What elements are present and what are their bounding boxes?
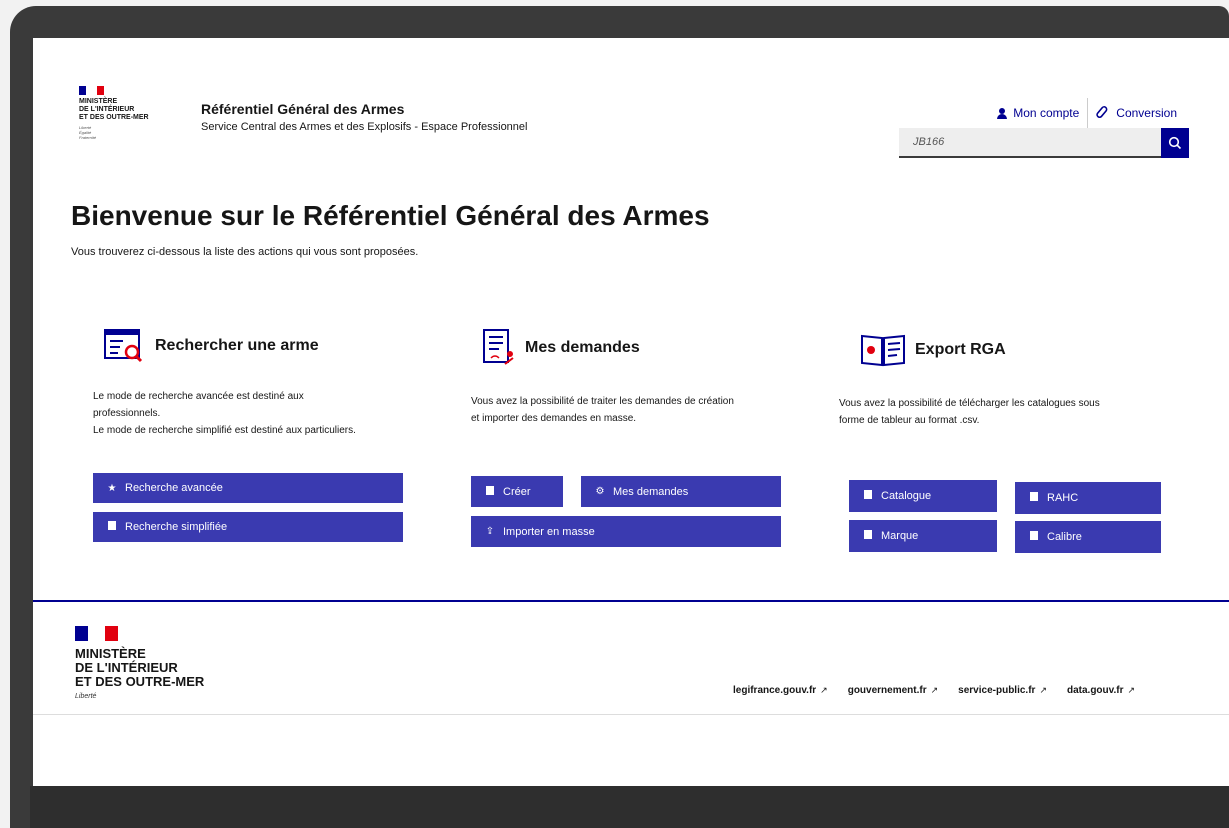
footer-link-legifrance[interactable]: legifrance.gouv.fr ↗ <box>733 685 828 696</box>
document-icon <box>1029 492 1039 504</box>
upload-icon: ⇪ <box>485 526 495 537</box>
simple-search-button[interactable]: Recherche simplifiée <box>93 512 403 542</box>
account-link[interactable]: Mon compte <box>989 104 1087 122</box>
document-icon <box>1029 531 1039 543</box>
marianne-flag-icon <box>75 626 204 641</box>
site-title[interactable]: Référentiel Général des Armes <box>201 101 404 117</box>
search-bar <box>899 128 1189 158</box>
document-icon <box>485 485 495 498</box>
create-request-button[interactable]: Créer <box>471 476 563 507</box>
requests-section-description: Vous avez la possibilité de traiter les … <box>471 396 734 424</box>
external-link-icon: ↗ <box>820 685 828 695</box>
document-icon <box>863 530 873 542</box>
account-label: Mon compte <box>1013 106 1080 120</box>
external-link-icon: ↗ <box>930 685 939 695</box>
conversion-link[interactable]: Conversion <box>1088 104 1185 122</box>
open-book-icon <box>861 334 905 367</box>
page-title: Bienvenue sur le Référentiel Général des… <box>71 200 710 231</box>
request-document-icon <box>483 329 514 365</box>
catalogue-export-button[interactable]: Catalogue <box>849 480 997 512</box>
footer-ministry-name: MINISTÈRE DE L'INTÉRIEUR ET DES OUTRE-ME… <box>75 646 205 689</box>
bulk-import-button[interactable]: ⇪ Importer en masse <box>471 516 781 547</box>
search-section-description: Le mode de recherche avancée est destiné… <box>93 391 356 436</box>
external-link-icon: ↗ <box>1039 685 1047 695</box>
calibre-export-button[interactable]: Calibre <box>1015 521 1161 553</box>
footer-link-data-gouv[interactable]: data.gouv.fr ↗ <box>1067 685 1135 696</box>
footer-link-gouvernement[interactable]: gouvernement.fr ↗ <box>848 685 938 696</box>
gear-icon: ⚙ <box>595 486 605 497</box>
footer-link-service-public[interactable]: service-public.fr ↗ <box>958 685 1047 696</box>
requests-section-header: Mes demandes <box>481 328 640 368</box>
flag-icon <box>107 521 117 533</box>
republic-motto: Liberté Égalité Fraternité <box>79 125 97 140</box>
search-icon <box>1168 136 1182 150</box>
rahc-export-button[interactable]: RAHC <box>1015 482 1161 514</box>
export-section-description: Vous avez la possibilité de télécharger … <box>839 398 1100 426</box>
document-icon <box>863 490 873 502</box>
search-input[interactable] <box>899 128 1161 158</box>
device-bezel-bottom <box>30 786 1229 828</box>
ministry-name: MINISTÈRE DE L'INTÉRIEUR ET DES OUTRE-ME… <box>79 98 149 121</box>
my-requests-button[interactable]: ⚙ Mes demandes <box>581 476 781 507</box>
page-subtitle: Vous trouverez ci-dessous la liste des a… <box>71 246 419 258</box>
search-section-header: Rechercher une arme <box>103 328 319 364</box>
search-button[interactable] <box>1161 128 1189 158</box>
export-section-title: Export RGA <box>915 341 1006 358</box>
link-icon <box>1096 106 1108 119</box>
conversion-label: Conversion <box>1116 106 1177 120</box>
footer-divider <box>33 600 1229 602</box>
site-subtitle: Service Central des Armes et des Explosi… <box>201 121 528 133</box>
marque-export-button[interactable]: Marque <box>849 520 997 552</box>
search-document-icon <box>104 329 143 363</box>
ministry-logo[interactable]: MINISTÈRE DE L'INTÉRIEUR ET DES OUTRE-ME… <box>79 86 169 140</box>
user-icon <box>997 107 1008 119</box>
footer-ministry-logo[interactable]: MINISTÈRE DE L'INTÉRIEUR ET DES OUTRE-ME… <box>75 626 204 700</box>
marianne-flag-icon <box>79 86 169 95</box>
footer-bottom-divider <box>33 714 1229 715</box>
browser-screen: MINISTÈRE DE L'INTÉRIEUR ET DES OUTRE-ME… <box>33 38 1229 786</box>
advanced-search-button[interactable]: ★ Recherche avancée <box>93 473 403 503</box>
header-tools: Mon compte Conversion <box>989 98 1185 128</box>
star-icon: ★ <box>107 482 117 494</box>
footer-motto: Liberté <box>75 693 97 700</box>
requests-section-title: Mes demandes <box>525 339 640 356</box>
search-section-title: Rechercher une arme <box>155 337 319 354</box>
footer-links: legifrance.gouv.fr ↗ gouvernement.fr ↗ ser… <box>733 685 1135 696</box>
external-link-icon: ↗ <box>1127 685 1136 695</box>
export-section-header: Export RGA <box>859 332 1006 368</box>
